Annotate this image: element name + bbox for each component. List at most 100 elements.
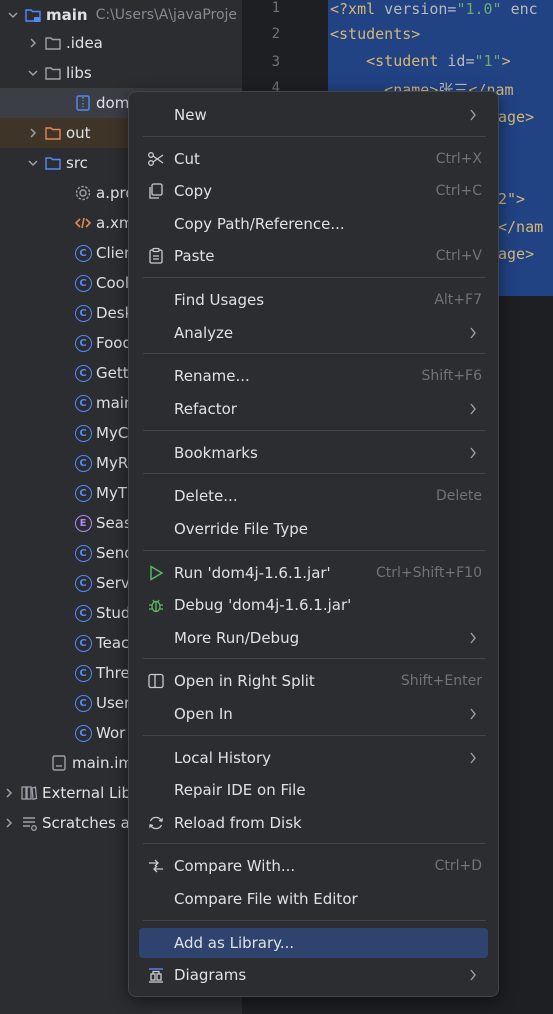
folder-icon: [44, 64, 62, 82]
menu-separator: [143, 353, 486, 354]
line-number: 3: [271, 54, 280, 70]
jar-archive-icon: [74, 94, 92, 112]
gear-icon: [74, 184, 92, 202]
source-folder-icon: [44, 154, 62, 172]
chevron-right-icon[interactable]: [2, 786, 16, 800]
tree-node-label: External Lib: [42, 784, 132, 802]
chevron-right-icon[interactable]: [2, 816, 16, 830]
menu-separator: [143, 277, 486, 278]
enum-icon: E: [74, 514, 92, 532]
tree-node-label: User: [96, 694, 131, 712]
tree-node-label: main.im: [72, 754, 134, 772]
menu-item-cut[interactable]: Cut Ctrl+X: [139, 144, 488, 174]
menu-item-copy-path[interactable]: Copy Path/Reference...: [139, 209, 488, 239]
tree-node-label: MyT: [96, 484, 127, 502]
menu-item-diagrams[interactable]: Diagrams: [139, 960, 488, 990]
menu-item-override-file-type[interactable]: Override File Type: [139, 514, 488, 544]
code-line-3: <student id="1">: [330, 52, 511, 70]
tree-node-label: Cool: [96, 274, 129, 292]
tree-node-label: src: [66, 154, 88, 172]
menu-item-find-usages[interactable]: Find Usages Alt+F7: [139, 285, 488, 315]
menu-item-new[interactable]: New: [139, 100, 488, 130]
class-icon: C: [74, 604, 92, 622]
class-icon: C: [74, 304, 92, 322]
menu-item-compare-with-editor[interactable]: Compare File with Editor: [139, 884, 488, 914]
chevron-right-icon: [470, 403, 476, 415]
menu-item-delete[interactable]: Delete... Delete: [139, 481, 488, 511]
menu-item-reload-from-disk[interactable]: Reload from Disk: [139, 808, 488, 838]
chevron-right-icon[interactable]: [26, 36, 40, 50]
folder-icon: [44, 34, 62, 52]
menu-item-open-in[interactable]: Open In: [139, 699, 488, 729]
class-icon: C: [74, 334, 92, 352]
module-folder-icon: [24, 6, 42, 24]
code-fragment: age>: [498, 108, 535, 126]
menu-separator: [143, 735, 486, 736]
class-icon: C: [74, 634, 92, 652]
clipboard-icon: [147, 247, 165, 265]
tree-node-label: .idea: [66, 34, 103, 52]
debug-bug-icon: [147, 596, 165, 614]
module-file-icon: [50, 754, 68, 772]
scratches-icon: [20, 814, 38, 832]
menu-item-copy[interactable]: Copy Ctrl+C: [139, 176, 488, 206]
xml-file-icon: [74, 214, 92, 232]
menu-item-compare-with[interactable]: Compare With... Ctrl+D: [139, 851, 488, 881]
menu-item-more-run-debug[interactable]: More Run/Debug: [139, 623, 488, 653]
tree-node-idea[interactable]: .idea: [0, 28, 242, 58]
chevron-down-icon[interactable]: [6, 8, 20, 22]
chevron-right-icon: [470, 969, 476, 981]
library-icon: [20, 784, 38, 802]
menu-item-run[interactable]: Run 'dom4j-1.6.1.jar' Ctrl+Shift+F10: [139, 558, 488, 588]
line-number: 1: [271, 0, 280, 16]
tree-node-label: Food: [96, 334, 132, 352]
diagram-icon: [147, 966, 165, 984]
menu-item-refactor[interactable]: Refactor: [139, 394, 488, 424]
excluded-folder-icon: [44, 124, 62, 142]
class-icon: C: [74, 244, 92, 262]
menu-item-local-history[interactable]: Local History: [139, 743, 488, 773]
tree-node-label: Thre: [96, 664, 130, 682]
chevron-right-icon[interactable]: [26, 126, 40, 140]
chevron-right-icon: [470, 447, 476, 459]
tree-node-label: dom: [96, 94, 130, 112]
menu-item-open-right-split[interactable]: Open in Right Split Shift+Enter: [139, 666, 488, 696]
chevron-right-icon: [470, 327, 476, 339]
tree-node-label: MyC: [96, 424, 129, 442]
scissors-icon: [147, 150, 165, 168]
tree-node-libs[interactable]: libs: [0, 58, 242, 88]
menu-separator: [143, 550, 486, 551]
menu-separator: [143, 473, 486, 474]
tree-node-path: C:\Users\A\javaProje: [95, 7, 238, 23]
class-icon: C: [74, 724, 92, 742]
runnable-class-icon: C: [74, 574, 92, 592]
menu-item-add-as-library[interactable]: Add as Library...: [139, 928, 488, 958]
tree-node-main[interactable]: main C:\Users\A\javaProje: [0, 0, 242, 30]
runnable-class-icon: C: [74, 394, 92, 412]
menu-item-paste[interactable]: Paste Ctrl+V: [139, 241, 488, 271]
tree-node-label: Gett: [96, 364, 129, 382]
menu-item-analyze[interactable]: Analyze: [139, 318, 488, 348]
compare-icon: [147, 857, 165, 875]
run-icon: [147, 564, 165, 582]
menu-separator: [143, 920, 486, 921]
code-fragment: 2">: [498, 190, 526, 208]
tree-node-label: Serv: [96, 574, 130, 592]
class-icon: C: [74, 484, 92, 502]
menu-item-rename[interactable]: Rename... Shift+F6: [139, 361, 488, 391]
chevron-right-icon: [470, 632, 476, 644]
runnable-class-icon: C: [74, 544, 92, 562]
menu-item-repair-ide[interactable]: Repair IDE on File: [139, 775, 488, 805]
chevron-right-icon: [470, 752, 476, 764]
tree-node-label: Teac: [96, 634, 130, 652]
tree-node-label: Wor: [96, 724, 126, 742]
class-icon: C: [74, 274, 92, 292]
menu-item-bookmarks[interactable]: Bookmarks: [139, 438, 488, 468]
code-fragment: </nam: [498, 218, 544, 236]
chevron-down-icon[interactable]: [26, 156, 40, 170]
class-icon: C: [74, 454, 92, 472]
menu-item-debug[interactable]: Debug 'dom4j-1.6.1.jar': [139, 590, 488, 620]
chevron-down-icon[interactable]: [26, 66, 40, 80]
class-icon: C: [74, 694, 92, 712]
menu-separator: [143, 658, 486, 659]
